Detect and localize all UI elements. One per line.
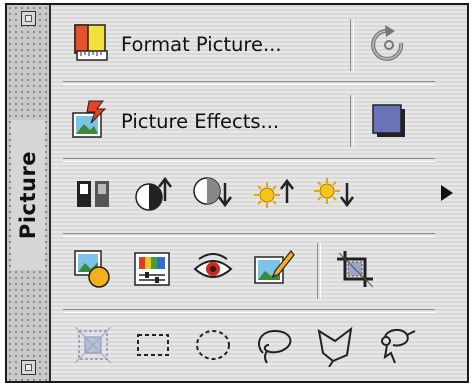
color-balance-icon[interactable] xyxy=(131,247,175,291)
select-all-icon[interactable] xyxy=(71,323,115,367)
less-contrast-icon[interactable] xyxy=(191,171,235,215)
crop-icon[interactable] xyxy=(333,247,377,291)
rectangle-marquee-icon[interactable] xyxy=(133,327,173,363)
collapse-box-icon[interactable] xyxy=(21,360,36,375)
shadow-icon[interactable] xyxy=(369,101,409,141)
oval-marquee-icon[interactable] xyxy=(193,325,233,365)
separator xyxy=(317,243,321,299)
separator xyxy=(350,19,354,71)
insert-picture-icon[interactable] xyxy=(71,247,115,291)
separator xyxy=(63,81,435,85)
separator xyxy=(350,95,354,147)
separator xyxy=(63,309,435,313)
format-picture-label: Format Picture... xyxy=(121,32,282,56)
format-picture-button[interactable]: Format Picture... xyxy=(67,17,282,71)
separator xyxy=(63,158,435,162)
more-arrow-icon[interactable] xyxy=(439,183,455,203)
picture-effects-label: Picture Effects... xyxy=(121,109,280,133)
edit-picture-icon[interactable] xyxy=(251,247,295,291)
freeform-select-icon[interactable] xyxy=(373,323,421,367)
polygon-lasso-icon[interactable] xyxy=(313,323,357,367)
picture-palette: Picture Format Picture... Picture Effect… xyxy=(5,3,469,383)
lasso-icon[interactable] xyxy=(253,323,297,367)
red-eye-icon[interactable] xyxy=(191,247,235,291)
more-contrast-icon[interactable] xyxy=(131,171,175,215)
picture-effects-button[interactable]: Picture Effects... xyxy=(67,95,279,147)
color-mode-icon[interactable] xyxy=(71,171,115,215)
separator xyxy=(63,233,435,237)
palette-title: Picture xyxy=(11,120,45,270)
palette-title-text: Picture xyxy=(16,150,41,240)
picture-effects-icon xyxy=(67,99,111,143)
less-brightness-icon[interactable] xyxy=(311,171,355,215)
close-box-icon[interactable] xyxy=(21,11,36,26)
rotate-icon[interactable] xyxy=(369,23,409,67)
format-picture-icon xyxy=(67,22,111,66)
more-brightness-icon[interactable] xyxy=(251,171,295,215)
palette-title-bar[interactable]: Picture xyxy=(7,5,51,381)
